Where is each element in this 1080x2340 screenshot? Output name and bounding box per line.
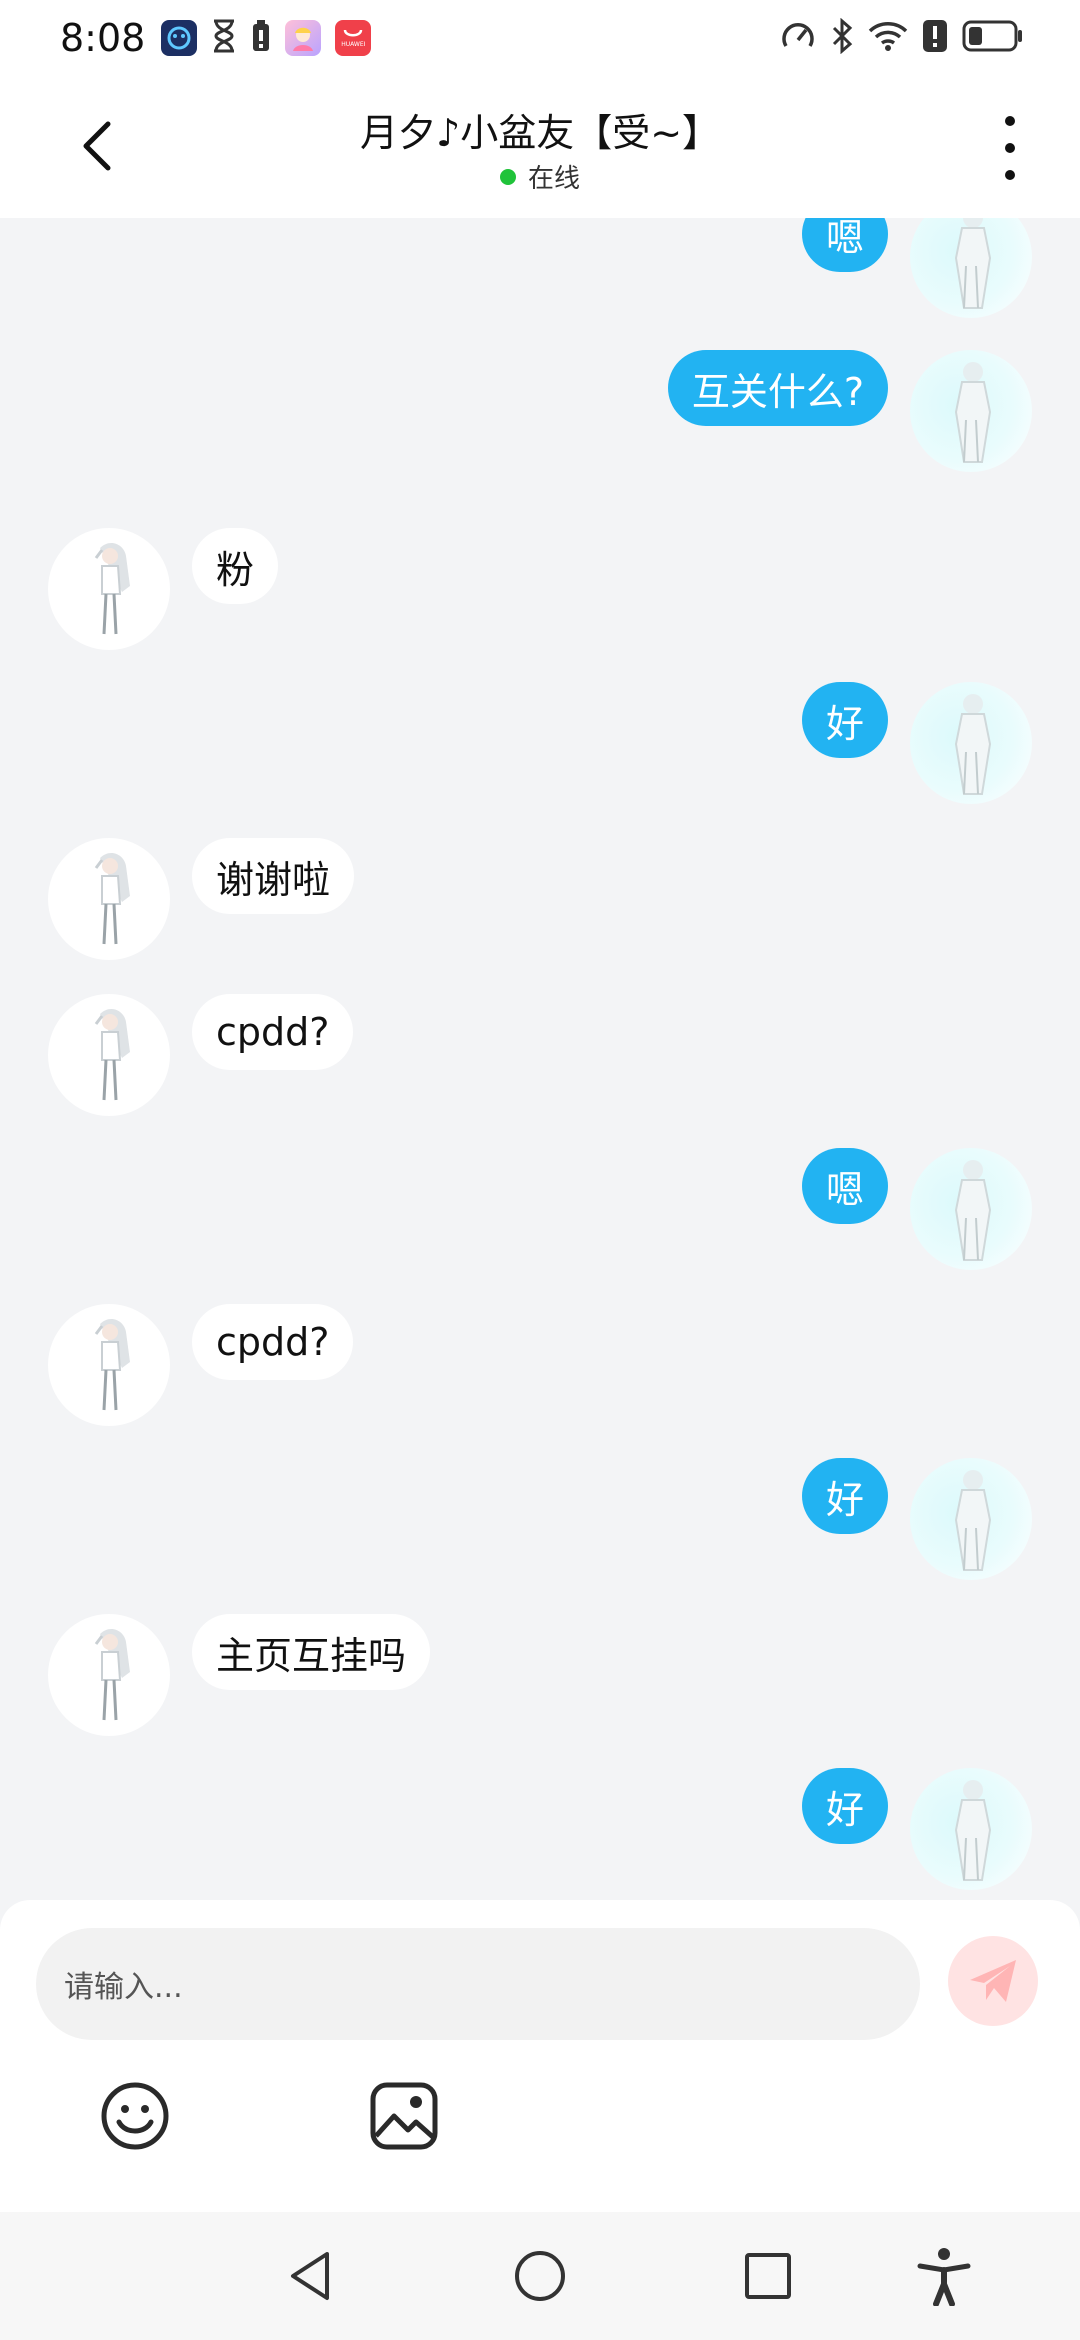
chat-header: 月夕♪小盆友【受~】 在线 (0, 76, 1080, 218)
huawei-label: HUAWEI (341, 41, 366, 48)
my-avatar[interactable] (910, 1768, 1032, 1890)
message-bubble[interactable]: 嗯 (801, 1148, 888, 1224)
message-row: 主页互挂吗 (0, 1614, 1080, 1744)
image-icon (370, 2082, 438, 2150)
nav-back-button[interactable] (276, 2242, 344, 2310)
message-bubble[interactable]: 好 (801, 682, 888, 758)
input-panel: 请输入... (0, 1900, 1080, 2212)
my-avatar[interactable] (910, 1148, 1032, 1270)
my-avatar[interactable] (910, 218, 1032, 318)
message-list[interactable]: 嗯 互关什么? 粉 好 谢谢啦 cpdd? 嗯 cpdd? 好 主页互挂吗 好 (0, 218, 1080, 1900)
app-icon-blue (161, 20, 198, 56)
bluetooth-icon (830, 17, 854, 58)
alert-icon (922, 19, 948, 57)
message-row: cpdd? (0, 994, 1080, 1124)
contact-avatar[interactable] (48, 994, 170, 1116)
contact-avatar[interactable] (48, 528, 170, 650)
message-bubble[interactable]: 好 (801, 1768, 888, 1844)
message-row: 好 (0, 682, 1080, 812)
more-options-button[interactable] (990, 116, 1030, 180)
recents-square-icon (745, 2253, 791, 2299)
wifi-icon (868, 19, 908, 57)
send-button[interactable] (948, 1936, 1038, 2026)
nav-home-button[interactable] (506, 2242, 574, 2310)
home-circle-icon (515, 2251, 565, 2301)
status-time: 8:08 (60, 16, 146, 60)
message-row: 好 (0, 1768, 1080, 1898)
my-avatar[interactable] (910, 682, 1032, 804)
message-row: 好 (0, 1458, 1080, 1588)
message-bubble[interactable]: 粉 (192, 528, 279, 604)
message-bubble[interactable]: cpdd? (192, 994, 354, 1070)
emoji-button[interactable] (99, 2080, 171, 2152)
accessibility-button[interactable] (910, 2242, 978, 2310)
speedometer-icon (780, 18, 816, 58)
emoji-icon (101, 2082, 169, 2150)
message-bubble[interactable]: 主页互挂吗 (192, 1614, 431, 1690)
system-nav-bar (0, 2212, 1080, 2340)
chat-title: 月夕♪小盆友【受~】 (359, 111, 721, 155)
huawei-store-icon: HUAWEI (335, 20, 372, 56)
message-row: 互关什么? (0, 350, 1080, 480)
online-status: 在线 (0, 158, 1080, 195)
image-button[interactable] (368, 2080, 440, 2152)
contact-avatar[interactable] (48, 838, 170, 960)
message-bubble[interactable]: 互关什么? (667, 350, 888, 426)
message-bubble[interactable]: 谢谢啦 (192, 838, 355, 914)
message-bubble[interactable]: cpdd? (192, 1304, 354, 1380)
online-dot-icon (499, 168, 516, 185)
status-bar: 8:08 HUAWEI (0, 0, 1080, 76)
paper-plane-icon (970, 1960, 1016, 2002)
my-avatar[interactable] (910, 350, 1032, 472)
my-avatar[interactable] (910, 1458, 1032, 1580)
anime-app-icon (285, 20, 322, 56)
back-triangle-icon (291, 2252, 329, 2300)
contact-avatar[interactable] (48, 1614, 170, 1736)
battery-small-icon (251, 19, 271, 57)
nav-recents-button[interactable] (734, 2242, 802, 2310)
message-row: 嗯 (0, 1148, 1080, 1278)
battery-icon (962, 20, 1024, 56)
message-input[interactable]: 请输入... (36, 1928, 920, 2040)
accessibility-icon (917, 2248, 971, 2306)
message-row: 粉 (0, 528, 1080, 658)
message-bubble[interactable]: 好 (801, 1458, 888, 1534)
hourglass-icon (211, 19, 237, 57)
message-row: cpdd? (0, 1304, 1080, 1434)
online-status-label: 在线 (527, 164, 580, 194)
message-row: 嗯 (0, 218, 1080, 326)
message-bubble[interactable]: 嗯 (801, 218, 888, 272)
contact-avatar[interactable] (48, 1304, 170, 1426)
message-row: 谢谢啦 (0, 838, 1080, 968)
